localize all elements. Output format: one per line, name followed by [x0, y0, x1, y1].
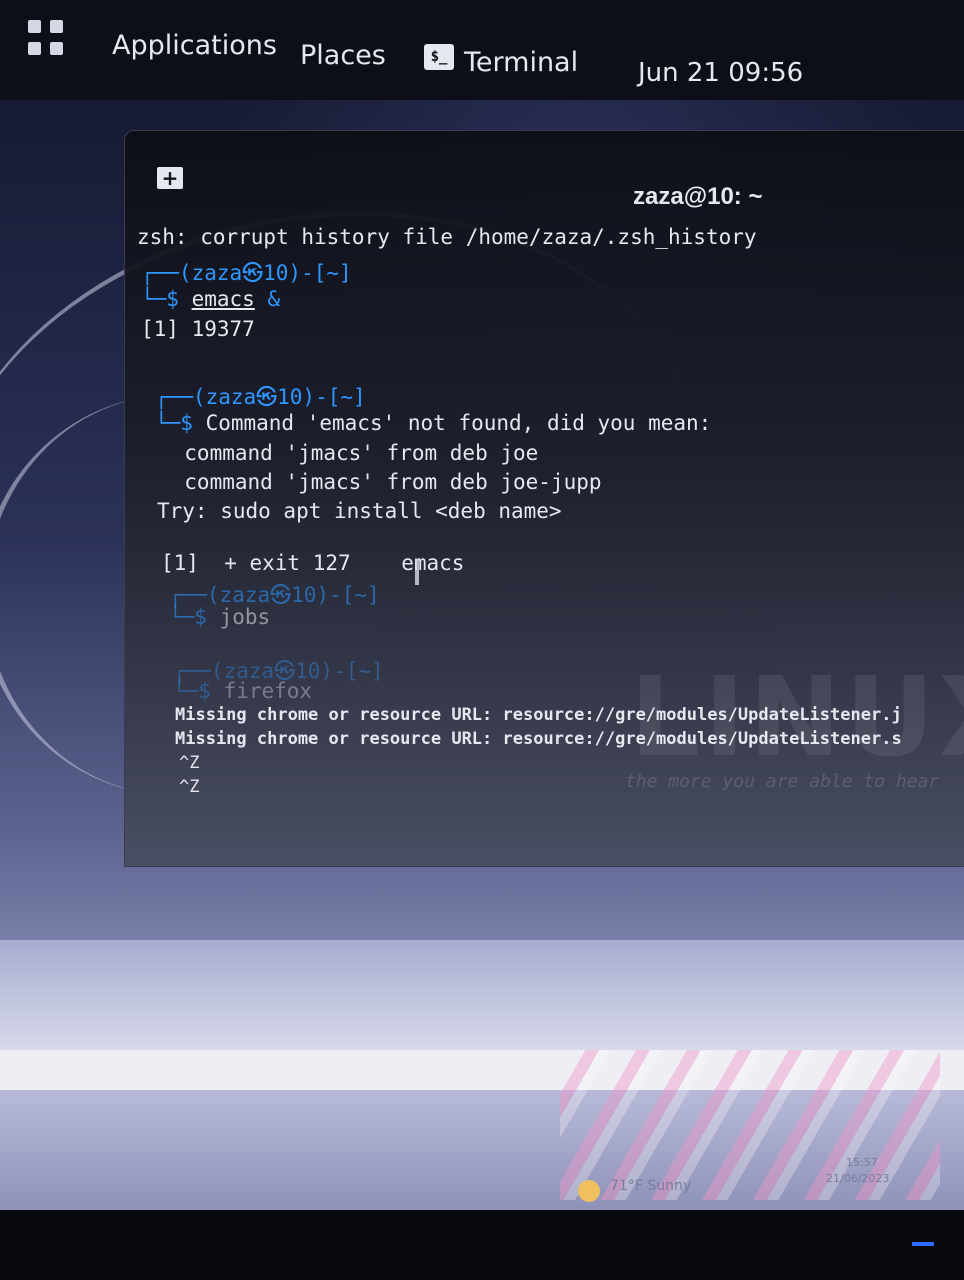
text-cursor-icon: [415, 559, 419, 585]
window-title: zaza@10: ~: [633, 183, 763, 210]
prompt-dollar: └─$: [169, 605, 220, 629]
history-error-line: zsh: corrupt history file /home/zaza/.zs…: [137, 225, 757, 249]
terminal-icon[interactable]: $_: [424, 44, 454, 70]
terminal-app-menu[interactable]: Terminal: [464, 47, 578, 78]
command-text: jobs: [219, 605, 271, 629]
missing-resource-line: Missing chrome or resource URL: resource…: [175, 705, 902, 725]
power-led: [912, 1242, 934, 1246]
monitor-bezel: [0, 1210, 964, 1280]
prompt-dollar: └─$: [155, 411, 206, 435]
ctrl-z-line: ^Z: [179, 777, 200, 797]
prompt-dollar: └─$: [173, 679, 224, 703]
weather-widget[interactable]: 71°F Sunny: [610, 1178, 691, 1194]
command-line: └─$ emacs &: [141, 287, 280, 311]
watermark-tagline: the more you are able to hear: [625, 771, 940, 792]
command-text: firefox: [223, 679, 313, 703]
prompt-dollar: └─$: [141, 287, 192, 311]
job-started-line: [1] 19377: [141, 317, 255, 341]
command-text: emacs: [191, 287, 255, 311]
suggestion-line: command 'jmacs' from deb joe: [159, 441, 539, 465]
clock[interactable]: Jun 21 09:56: [638, 58, 803, 88]
sun-icon[interactable]: [578, 1180, 600, 1202]
background-ampersand: &: [254, 287, 281, 311]
terminal-output[interactable]: LINUX the more you are able to hear zsh:…: [125, 223, 964, 863]
missing-resource-line: Missing chrome or resource URL: resource…: [175, 729, 902, 749]
ctrl-z-line: ^Z: [179, 753, 200, 773]
command-line: └─$ firefox: [173, 679, 312, 703]
terminal-window[interactable]: + zaza@10: ~ LINUX the more you are able…: [124, 130, 964, 867]
tray-date[interactable]: 21/06/2023: [826, 1172, 889, 1185]
applications-menu[interactable]: Applications: [112, 30, 277, 61]
command-line: └─$ Command 'emacs' not found, did you m…: [155, 411, 711, 435]
desktop-lower-area: [0, 940, 964, 1050]
command-not-found-text: Command 'emacs' not found, did you mean:: [205, 411, 712, 435]
command-line: └─$ jobs: [169, 605, 270, 629]
title-bar[interactable]: + zaza@10: ~: [125, 131, 964, 223]
new-tab-icon[interactable]: +: [157, 167, 183, 189]
prompt-line: ┌──(zaza㉿10)-[~]: [141, 261, 352, 285]
places-menu[interactable]: Places: [300, 40, 386, 71]
top-panel: Applications Places $_ Terminal Jun 21 0…: [0, 0, 964, 100]
suggestion-line: command 'jmacs' from deb joe-jupp: [159, 470, 602, 494]
try-install-line: Try: sudo apt install <deb name>: [157, 499, 562, 523]
apps-grid-icon[interactable]: [28, 20, 66, 58]
prompt-line: ┌──(zaza㉿10)-[~]: [155, 385, 366, 409]
tray-time[interactable]: 15:57: [846, 1156, 878, 1169]
